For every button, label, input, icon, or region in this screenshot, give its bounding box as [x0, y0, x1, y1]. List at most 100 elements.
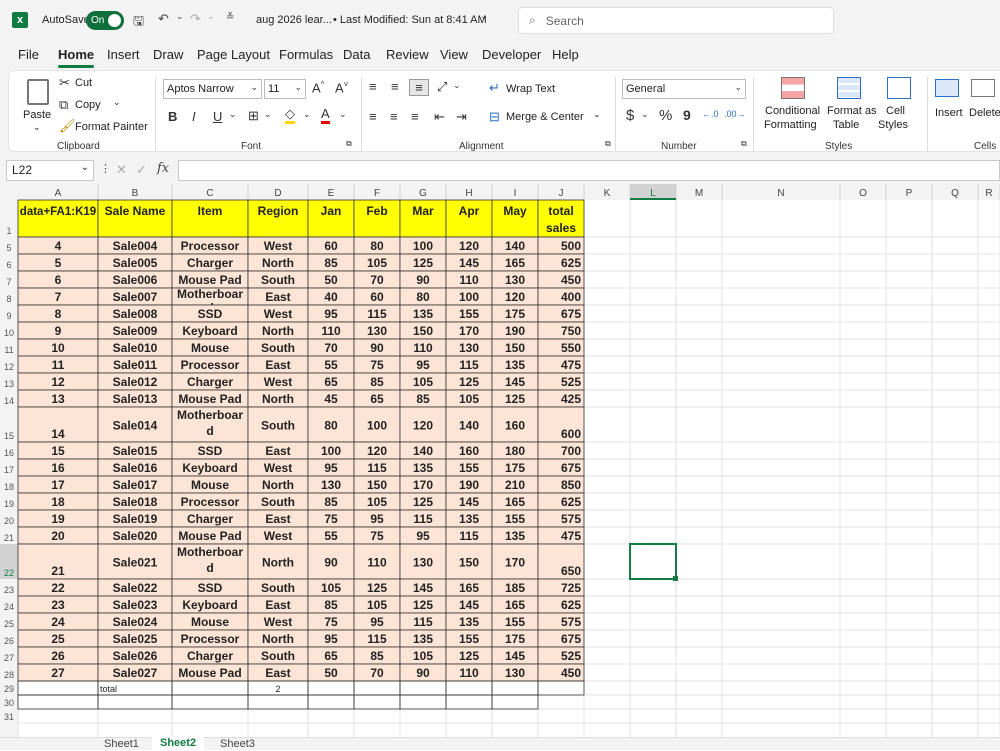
column-header-j[interactable]: J	[559, 188, 564, 199]
file-name[interactable]: aug 2026 lear...	[256, 14, 332, 26]
last-modified[interactable]: • Last Modified: Sun at 8:41 AM	[333, 14, 487, 26]
column-header-c[interactable]: C	[206, 188, 213, 199]
row-number[interactable]: 7	[6, 277, 11, 287]
align-center-icon[interactable]: ≡	[390, 109, 398, 124]
format-as-table-button[interactable]: Format as Table	[825, 75, 877, 135]
cell[interactable]	[399, 680, 447, 696]
column-header-e[interactable]: E	[328, 188, 335, 199]
column-header-h[interactable]: H	[465, 188, 472, 199]
cell[interactable]	[17, 680, 99, 696]
merge-dropdown-icon[interactable]: ⌄	[593, 109, 601, 120]
format-painter-button[interactable]: Format Painter	[75, 121, 148, 133]
selected-cell[interactable]	[629, 543, 677, 580]
row-number[interactable]: 9	[6, 311, 11, 321]
fill-handle[interactable]	[673, 576, 678, 581]
tab-view[interactable]: View	[440, 47, 468, 62]
cell[interactable]	[491, 694, 539, 710]
dialog-launcher-icon[interactable]: ⧉	[605, 139, 611, 149]
copy-icon[interactable]: ⧉	[59, 97, 68, 113]
chevron-down-icon[interactable]: ⌄	[480, 11, 488, 22]
column-header-i[interactable]: I	[514, 188, 517, 199]
row-number[interactable]: 19	[4, 499, 14, 509]
row-number[interactable]: 14	[4, 396, 14, 406]
align-left-icon[interactable]: ≡	[369, 109, 377, 124]
scissors-icon[interactable]: ✂	[59, 75, 70, 91]
tab-page-layout[interactable]: Page Layout	[197, 47, 270, 62]
autosave-toggle[interactable]: On	[86, 11, 124, 30]
cell[interactable]	[307, 680, 355, 696]
row-number[interactable]: 12	[4, 362, 14, 372]
font-size-select[interactable]: 11 ⌄	[264, 79, 306, 99]
search-box[interactable]: ⌕ Search	[518, 7, 834, 34]
tab-formulas[interactable]: Formulas	[279, 47, 333, 62]
format-painter-icon[interactable]: 🖌	[59, 118, 76, 134]
sheet-tab-sheet1[interactable]: Sheet1	[104, 738, 139, 751]
enter-icon[interactable]: ✓	[136, 162, 147, 178]
redo-dropdown-icon[interactable]: ⌄	[207, 11, 215, 22]
tab-developer[interactable]: Developer	[482, 47, 541, 62]
tab-draw[interactable]: Draw	[153, 47, 183, 62]
align-right-icon[interactable]: ≡	[411, 109, 419, 124]
orientation-dropdown-icon[interactable]: ⌄	[453, 80, 461, 91]
column-header-q[interactable]: Q	[951, 188, 959, 199]
cell-styles-button[interactable]: Cell Styles	[877, 75, 921, 135]
cell[interactable]	[307, 694, 355, 710]
cell[interactable]	[171, 680, 249, 696]
cell[interactable]	[353, 694, 401, 710]
font-color-dropdown-icon[interactable]: ⌄	[339, 109, 347, 120]
column-header-n[interactable]: N	[777, 188, 784, 199]
sheet-tab-sheet2[interactable]: Sheet2	[152, 736, 205, 750]
row-number[interactable]: 13	[4, 379, 14, 389]
chevron-down-icon[interactable]: ⌄	[81, 162, 89, 173]
underline-dropdown-icon[interactable]: ⌄	[229, 109, 237, 120]
cell[interactable]	[171, 694, 249, 710]
currency-icon[interactable]: $	[626, 107, 634, 124]
cell[interactable]	[445, 694, 493, 710]
row-number[interactable]: 11	[4, 345, 13, 355]
align-bottom-icon[interactable]: ≡	[409, 79, 429, 96]
row-number[interactable]: 30	[4, 698, 14, 708]
merge-center-button[interactable]: Merge & Center	[506, 111, 584, 123]
currency-dropdown-icon[interactable]: ⌄	[641, 109, 649, 120]
font-name-select[interactable]: Aptos Narrow ⌄	[163, 79, 262, 99]
row-number[interactable]: 15	[4, 431, 14, 441]
column-header-l[interactable]: L	[650, 188, 656, 199]
percent-icon[interactable]: %	[659, 107, 672, 124]
row-number[interactable]: 1	[6, 226, 11, 236]
paste-button[interactable]: Paste ⌄	[17, 75, 57, 133]
column-header-o[interactable]: O	[859, 188, 867, 199]
row-number[interactable]: 21	[4, 533, 14, 543]
bold-icon[interactable]: B	[168, 109, 177, 124]
copy-button[interactable]: Copy	[75, 99, 101, 111]
tab-home[interactable]: Home	[58, 47, 95, 68]
cancel-icon[interactable]: ✕	[116, 162, 127, 178]
row-number[interactable]: 24	[4, 602, 14, 612]
row-number[interactable]: 22	[4, 568, 14, 578]
row-number[interactable]: 29	[4, 684, 14, 694]
row-number[interactable]: 28	[4, 670, 14, 680]
underline-icon[interactable]: U	[213, 109, 222, 124]
cell[interactable]	[491, 680, 539, 696]
column-header-m[interactable]: M	[695, 188, 703, 199]
increase-decimal-icon[interactable]: ←.0	[702, 109, 719, 119]
italic-icon[interactable]: I	[192, 109, 196, 124]
row-number[interactable]: 10	[4, 328, 14, 338]
column-header-g[interactable]: G	[419, 188, 427, 199]
row-number[interactable]: 26	[4, 636, 14, 646]
fill-color-icon[interactable]: ◇	[285, 107, 295, 124]
more-options-icon[interactable]: ⋮	[100, 162, 111, 175]
tab-file[interactable]: File	[18, 47, 39, 62]
cell[interactable]	[445, 680, 493, 696]
save-icon[interactable]: 🖫	[133, 12, 144, 34]
redo-icon[interactable]: ↷	[190, 11, 201, 27]
cell[interactable]	[399, 694, 447, 710]
column-header-p[interactable]: P	[906, 188, 913, 199]
spreadsheet[interactable]: A B C D E F G H I J K L M N O P Q R 1 data+FA1:K19 Sale Name…	[0, 184, 1000, 737]
increase-indent-icon[interactable]: ⇥	[456, 109, 467, 125]
cell[interactable]	[97, 694, 173, 710]
cell[interactable]	[537, 680, 585, 696]
cell[interactable]	[247, 694, 309, 710]
dialog-launcher-icon[interactable]: ⧉	[346, 139, 352, 149]
tab-help[interactable]: Help	[552, 47, 579, 62]
align-top-icon[interactable]: ≡	[369, 79, 377, 94]
